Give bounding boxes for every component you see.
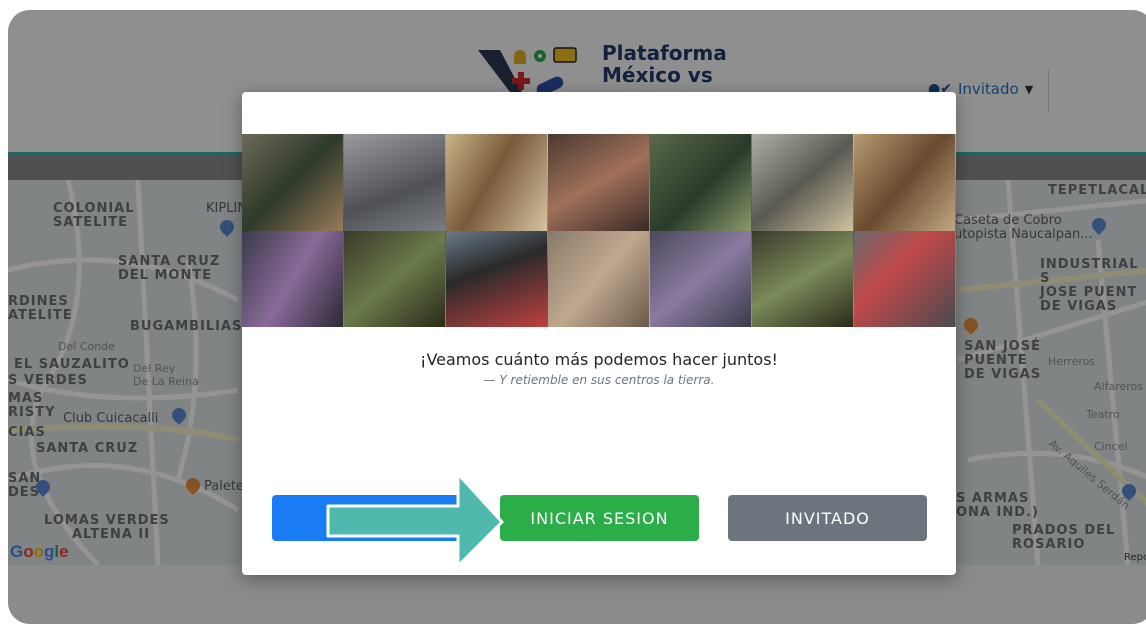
login-button[interactable]: INICIAR SESION <box>500 495 699 541</box>
collage-photo <box>752 134 854 231</box>
modal-quote: — Y retiemble en sus centros la tierra. <box>483 373 715 387</box>
guest-button[interactable]: INVITADO <box>728 495 927 541</box>
pointer-arrow-icon <box>326 472 504 568</box>
collage-photo <box>446 134 548 231</box>
collage-photo <box>242 230 344 327</box>
collage-photo <box>344 134 446 231</box>
collage-photo <box>854 134 956 231</box>
collage-photo <box>752 230 854 327</box>
collage-photo <box>242 134 344 231</box>
collage-photo <box>446 230 548 327</box>
collage-photo <box>344 230 446 327</box>
modal-tagline: ¡Veamos cuánto más podemos hacer juntos! <box>420 350 778 369</box>
collage-photo <box>650 230 752 327</box>
collage-photo <box>548 230 650 327</box>
collage-photo <box>548 134 650 231</box>
collage-photo <box>650 134 752 231</box>
browser-frame: Plataforma México vs ●✔ Invitado ▼ COLON… <box>8 10 1146 624</box>
photo-collage <box>242 134 956 327</box>
collage-photo <box>854 230 956 327</box>
